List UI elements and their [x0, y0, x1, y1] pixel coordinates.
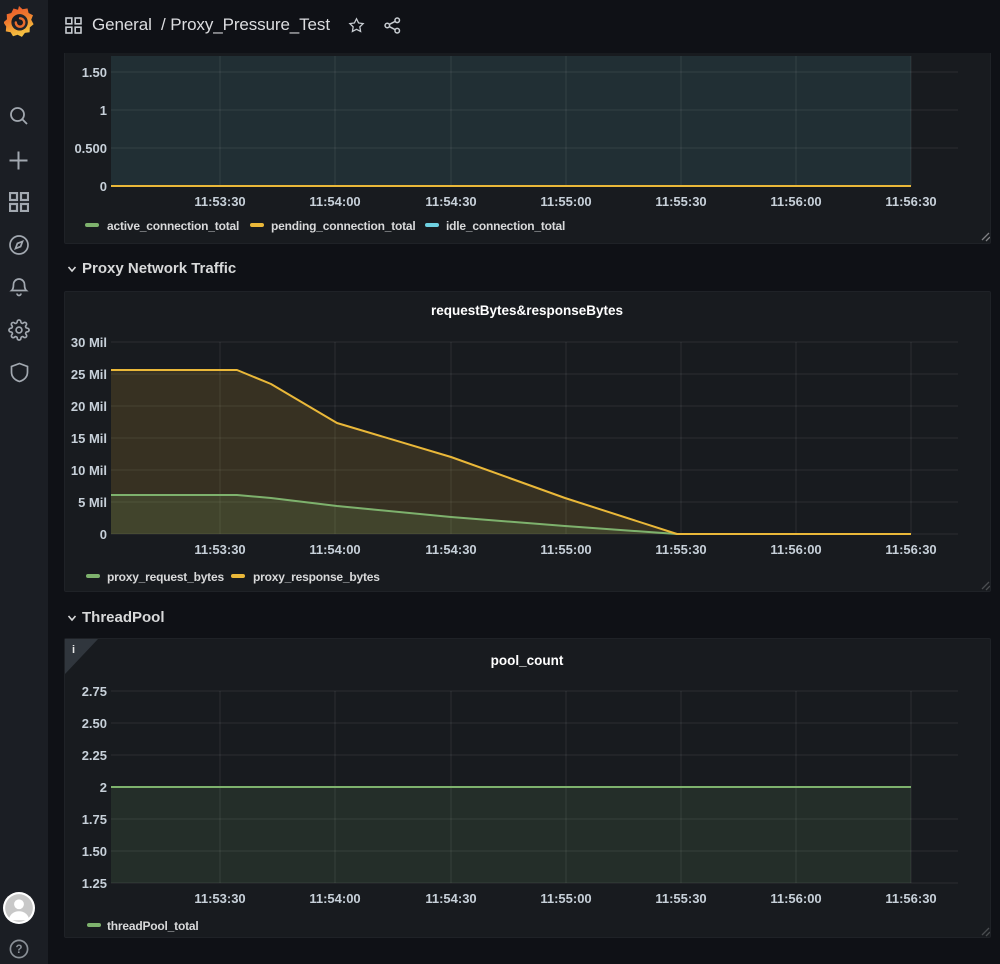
svg-text:5 Mil: 5 Mil — [78, 495, 107, 510]
svg-text:11:56:30: 11:56:30 — [885, 194, 936, 209]
svg-text:15 Mil: 15 Mil — [71, 431, 107, 446]
svg-text:11:54:00: 11:54:00 — [309, 891, 360, 906]
svg-text:pool_count: pool_count — [491, 653, 564, 668]
svg-text:11:54:30: 11:54:30 — [425, 194, 476, 209]
svg-text:0: 0 — [100, 527, 107, 542]
svg-text:2: 2 — [100, 780, 107, 795]
svg-text:10 Mil: 10 Mil — [71, 463, 107, 478]
svg-text:requestBytes&responseBytes: requestBytes&responseBytes — [431, 303, 623, 318]
svg-text:11:55:00: 11:55:00 — [540, 194, 591, 209]
svg-text:11:55:30: 11:55:30 — [655, 891, 706, 906]
svg-text:0.500: 0.500 — [74, 141, 107, 156]
svg-text:11:53:30: 11:53:30 — [194, 194, 245, 209]
svg-text:i: i — [72, 644, 75, 656]
svg-text:11:54:30: 11:54:30 — [425, 891, 476, 906]
svg-text:1.50: 1.50 — [82, 65, 107, 80]
svg-text:11:55:30: 11:55:30 — [655, 542, 706, 557]
svg-text:proxy_response_bytes: proxy_response_bytes — [253, 570, 380, 584]
svg-text:11:56:00: 11:56:00 — [770, 542, 821, 557]
svg-text:threadPool_total: threadPool_total — [107, 919, 198, 933]
svg-text:1.25: 1.25 — [82, 876, 107, 891]
svg-text:11:54:00: 11:54:00 — [309, 542, 360, 557]
svg-text:idle_connection_total: idle_connection_total — [446, 219, 565, 233]
svg-text:11:56:30: 11:56:30 — [885, 891, 936, 906]
svg-text:25 Mil: 25 Mil — [71, 367, 107, 382]
svg-text:active_connection_total: active_connection_total — [107, 219, 239, 233]
svg-text:11:54:00: 11:54:00 — [309, 194, 360, 209]
svg-text:?: ? — [15, 944, 22, 956]
svg-text:2.75: 2.75 — [82, 684, 107, 699]
svg-text:1.75: 1.75 — [82, 812, 107, 827]
svg-text:11:55:00: 11:55:00 — [540, 891, 591, 906]
svg-text:11:56:30: 11:56:30 — [885, 542, 936, 557]
svg-text:11:55:00: 11:55:00 — [540, 542, 591, 557]
svg-text:proxy_request_bytes: proxy_request_bytes — [107, 570, 224, 584]
svg-text:0: 0 — [100, 179, 107, 194]
svg-text:11:55:30: 11:55:30 — [655, 194, 706, 209]
svg-text:2.50: 2.50 — [82, 716, 107, 731]
svg-text:11:53:30: 11:53:30 — [194, 542, 245, 557]
svg-text:pending_connection_total: pending_connection_total — [271, 219, 416, 233]
svg-text:30 Mil: 30 Mil — [71, 335, 107, 350]
svg-text:11:56:00: 11:56:00 — [770, 891, 821, 906]
svg-text:11:54:30: 11:54:30 — [425, 542, 476, 557]
svg-text:11:56:00: 11:56:00 — [770, 194, 821, 209]
svg-text:1: 1 — [100, 103, 107, 118]
svg-text:20 Mil: 20 Mil — [71, 399, 107, 414]
svg-text:1.50: 1.50 — [82, 844, 107, 859]
svg-text:2.25: 2.25 — [82, 748, 107, 763]
svg-text:11:53:30: 11:53:30 — [194, 891, 245, 906]
